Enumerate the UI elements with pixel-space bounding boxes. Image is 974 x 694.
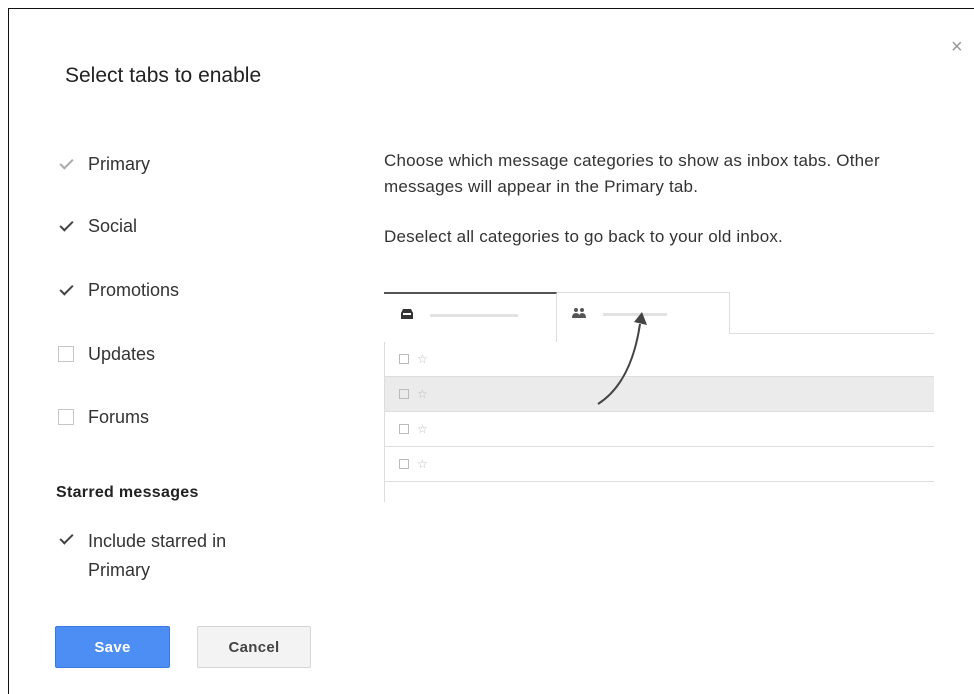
option-updates[interactable]: Updates [58,342,155,366]
option-primary: Primary [58,152,150,176]
description-paragraph: Choose which message categories to show … [384,151,880,196]
description: Choose which message categories to show … [384,148,944,250]
primary-checkbox [58,156,74,172]
option-forums[interactable]: Forums [58,405,149,429]
option-label: Promotions [88,279,180,300]
include-starred-checkbox[interactable] [58,531,74,547]
description-paragraph: Deselect all categories to go back to yo… [384,227,783,246]
option-label: Updates [88,343,156,364]
save-button[interactable]: Save [55,626,170,668]
option-label: Include starred in Primary [88,531,227,580]
option-promotions[interactable]: Promotions [58,278,179,302]
option-include-starred[interactable]: Include starred in Primary [58,527,278,585]
starred-section-title: Starred messages [56,484,199,501]
forums-checkbox[interactable] [58,409,74,425]
close-icon[interactable]: × [951,37,963,57]
option-label: Primary [88,153,150,174]
inbox-preview-illustration: ☆ ☆ ☆ ☆ [384,292,934,504]
option-social[interactable]: Social [58,214,137,238]
promotions-checkbox[interactable] [58,282,74,298]
option-label: Social [88,215,138,236]
option-label: Forums [88,406,150,427]
social-checkbox[interactable] [58,218,74,234]
curved-arrow-icon [597,312,647,405]
dialog-title: Select tabs to enable [65,64,262,87]
updates-checkbox[interactable] [58,346,74,362]
cancel-button[interactable]: Cancel [197,626,311,668]
